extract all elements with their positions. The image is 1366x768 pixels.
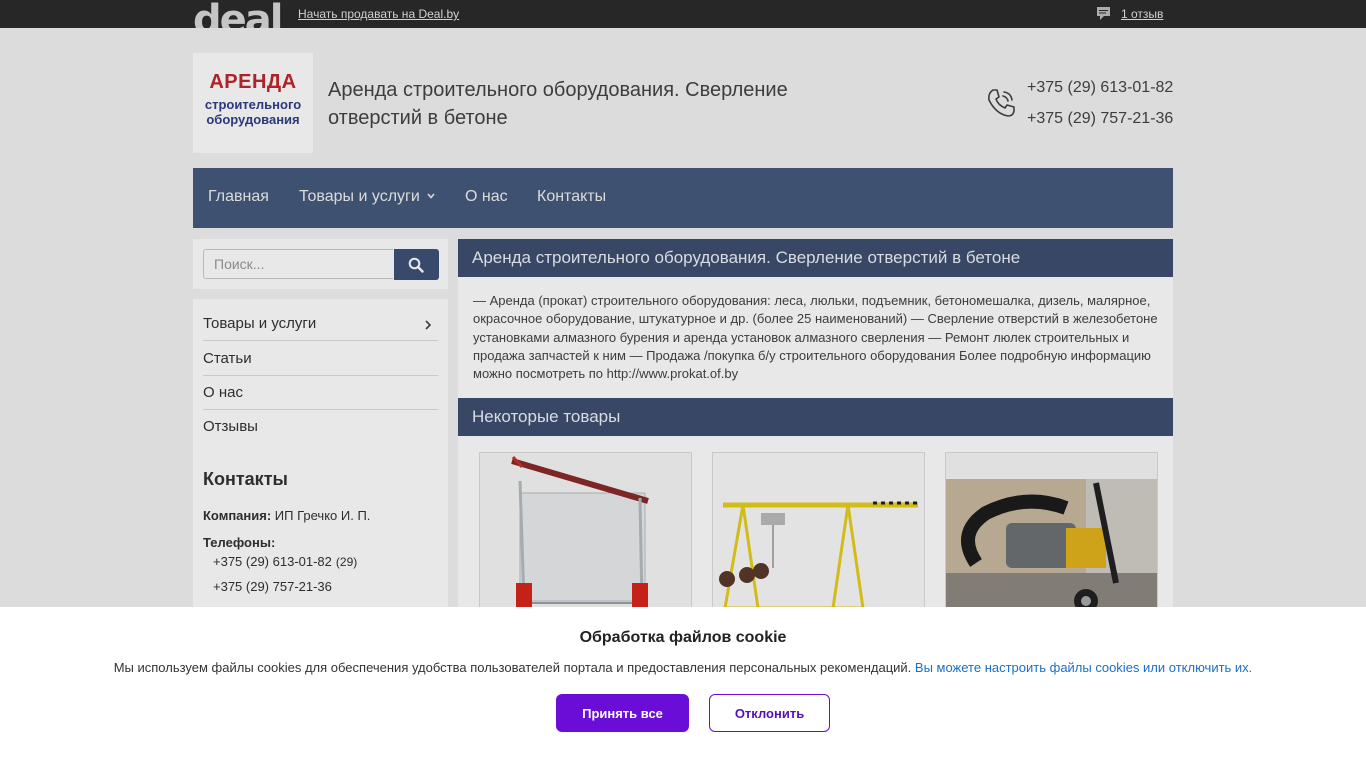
product-card[interactable] <box>945 452 1158 614</box>
about-heading-bar: Аренда строительного оборудования. Сверл… <box>458 239 1173 277</box>
nav-item-label: Товары и услуги <box>299 188 420 205</box>
logo-line: строительного <box>204 97 302 112</box>
contact-phone[interactable]: +375 (29) 757-21-36 <box>213 579 332 594</box>
main-nav: Главная Товары и услуги О нас Контакты <box>193 168 1173 228</box>
product-card[interactable] <box>479 452 692 614</box>
nav-item-products[interactable]: Товары и услуги <box>299 188 435 206</box>
product-card[interactable] <box>712 452 925 614</box>
page-heading: Аренда строительного оборудования. Сверл… <box>472 248 1021 267</box>
header-phone[interactable]: +375 (29) 613-01-82 <box>1027 79 1173 97</box>
product-image <box>946 453 1157 613</box>
sidebar-item-about[interactable]: О нас <box>203 376 438 410</box>
start-selling-link[interactable]: Начать продавать на Deal.by <box>298 7 459 21</box>
header-phone[interactable]: +375 (29) 757-21-36 <box>1027 110 1173 128</box>
cookie-message: Мы используем файлы cookies для обеспече… <box>113 660 912 675</box>
product-image <box>713 453 924 613</box>
sidebar-item-products[interactable]: Товары и услуги <box>203 307 438 341</box>
nav-item-about[interactable]: О нас <box>465 188 508 206</box>
comment-icon <box>1097 7 1110 20</box>
contact-phone: +375 (29) 613-01-82 (29) <box>213 554 357 569</box>
cookie-text: Мы используем файлы cookies для обеспече… <box>0 660 1366 675</box>
sidebar: Товары и услуги Статьи О нас Отзывы Конт… <box>193 299 448 619</box>
sidebar-item-articles[interactable]: Статьи <box>203 342 438 376</box>
accept-all-button[interactable]: Принять все <box>556 694 689 732</box>
phone-icon <box>988 89 1015 117</box>
sidebar-item-label: Товары и услуги <box>203 315 317 332</box>
product-image <box>480 453 691 613</box>
deal-logo[interactable]: deal <box>193 0 281 28</box>
main-content: Аренда строительного оборудования. Сверл… <box>458 239 1173 619</box>
search-input[interactable] <box>203 249 393 279</box>
phone-note: (29) <box>335 555 358 569</box>
products-heading-bar: Некоторые товары <box>458 398 1173 436</box>
company-label: Компания: <box>203 508 272 523</box>
products-heading: Некоторые товары <box>472 407 621 426</box>
site-title: Аренда строительного оборудования. Сверл… <box>328 79 788 129</box>
search-panel <box>193 239 448 289</box>
cookie-settings-link[interactable]: Вы можете настроить файлы cookies или от… <box>915 660 1252 675</box>
logo-line: АРЕНДА <box>209 71 297 93</box>
decline-button[interactable]: Отклонить <box>709 694 830 732</box>
search-icon <box>408 257 424 273</box>
phones-label: Телефоны: <box>203 535 276 550</box>
nav-item-contacts[interactable]: Контакты <box>537 188 606 206</box>
cookie-banner: Обработка файлов cookie Мы используем фа… <box>0 607 1366 768</box>
chevron-right-icon <box>425 320 432 330</box>
search-button[interactable] <box>394 249 439 280</box>
top-bar: deal Начать продавать на Deal.by 1 отзыв <box>0 0 1366 28</box>
reviews-link[interactable]: 1 отзыв <box>1121 7 1163 21</box>
logo-line: оборудования <box>206 112 300 127</box>
company-description: — Аренда (прокат) строительного оборудов… <box>473 293 1158 382</box>
chevron-down-icon <box>427 193 435 199</box>
company-value: ИП Гречко И. П. <box>274 508 371 523</box>
nav-item-home[interactable]: Главная <box>208 188 269 206</box>
company-logo[interactable]: АРЕНДА строительного оборудования <box>193 53 313 153</box>
company-info: Компания: ИП Гречко И. П. <box>203 508 370 523</box>
sidebar-item-reviews[interactable]: Отзывы <box>203 410 438 444</box>
contacts-title: Контакты <box>203 469 288 489</box>
contact-phone-number[interactable]: +375 (29) 613-01-82 <box>213 554 332 569</box>
cookie-title: Обработка файлов cookie <box>579 629 787 646</box>
